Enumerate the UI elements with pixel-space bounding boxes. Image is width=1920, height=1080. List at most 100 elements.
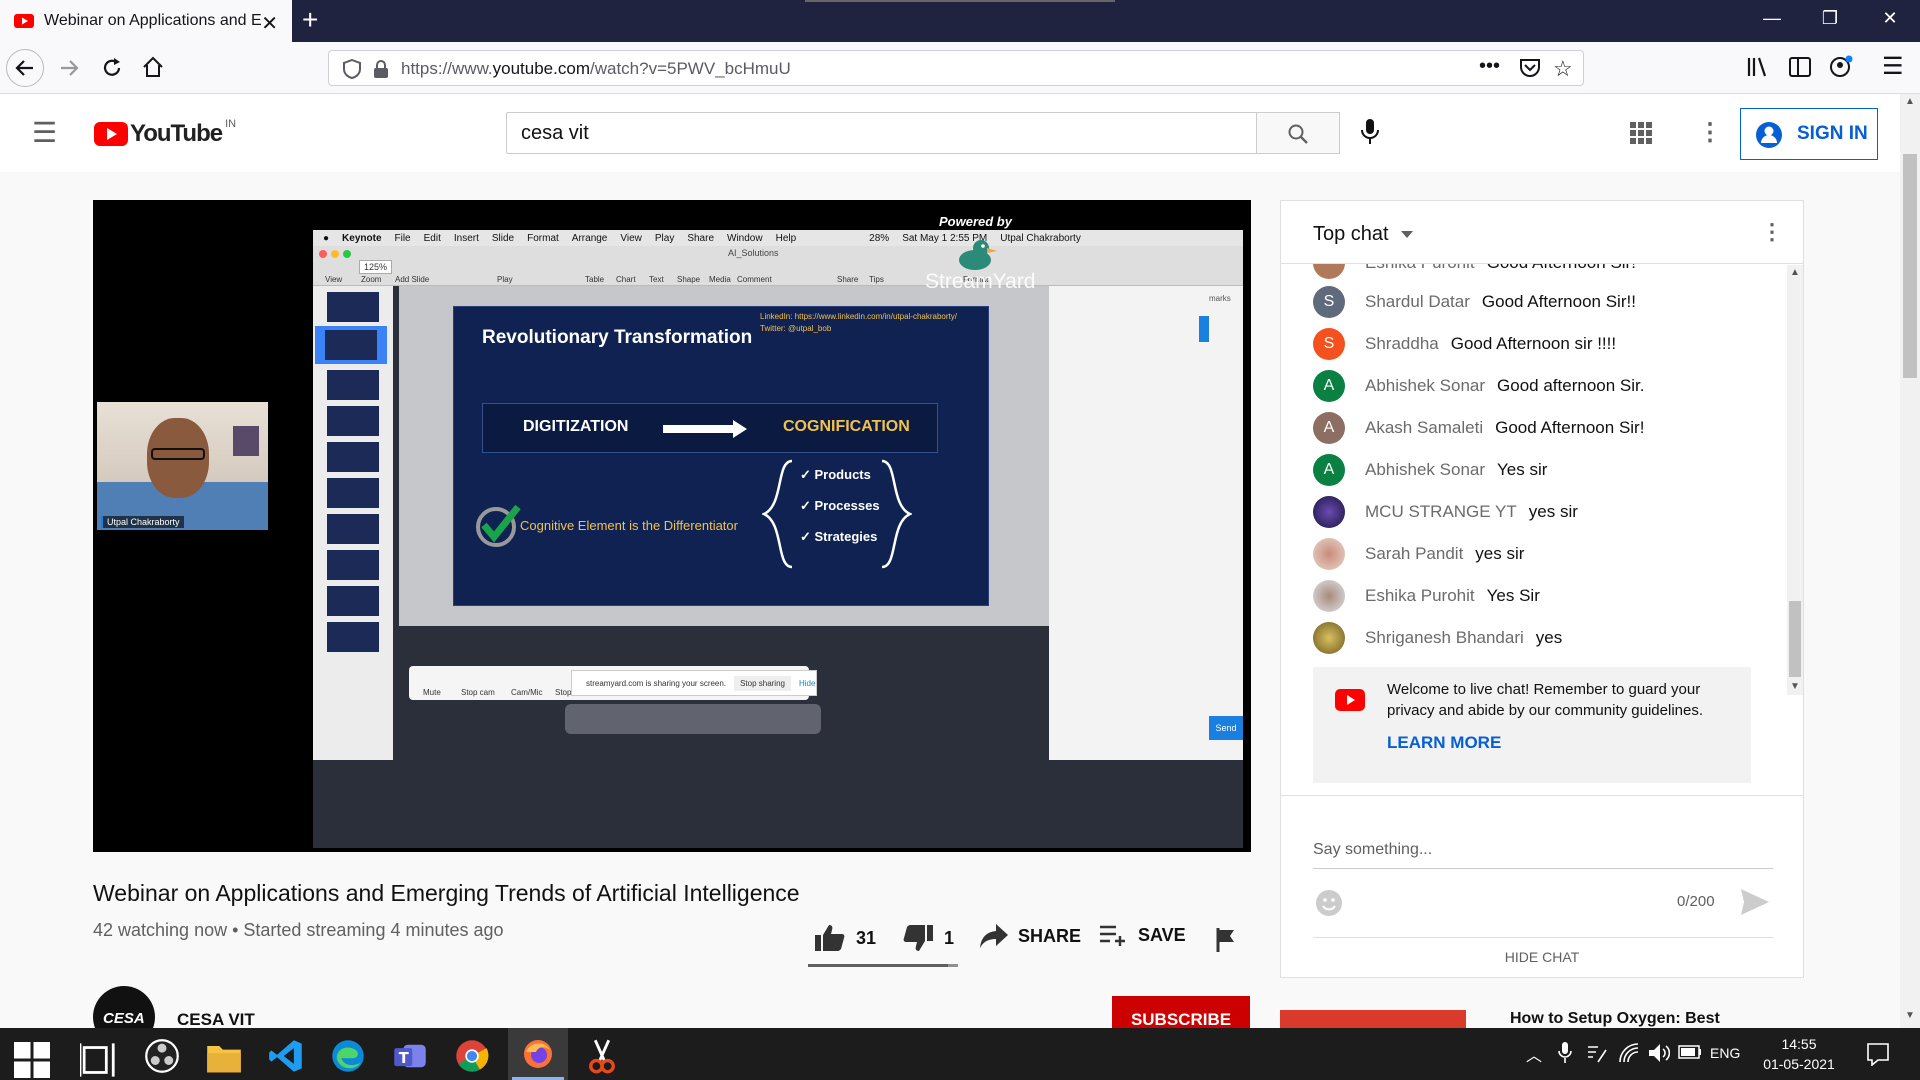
- page-actions-icon[interactable]: •••: [1479, 55, 1500, 78]
- battery-icon[interactable]: [1678, 1045, 1702, 1059]
- url-bar[interactable]: https://www.youtube.com/watch?v=5PWV_bcH…: [328, 50, 1584, 86]
- scrollbar-thumb[interactable]: [1789, 601, 1801, 677]
- forward-button[interactable]: [58, 57, 80, 79]
- slide-thumbnail[interactable]: [327, 586, 379, 616]
- snipping-tool-icon[interactable]: [584, 1038, 620, 1074]
- minimize-icon[interactable]: —: [1752, 8, 1792, 29]
- tray-chevron-icon[interactable]: ︿: [1526, 1042, 1542, 1066]
- clock[interactable]: 14:55 01-05-2021: [1754, 1034, 1844, 1074]
- slide-thumbnail[interactable]: [327, 514, 379, 544]
- top-chat-dropdown[interactable]: Top chat: [1313, 223, 1413, 246]
- report-flag-icon[interactable]: [1216, 928, 1236, 952]
- forward-arrow-icon: [61, 60, 79, 76]
- chat-message[interactable]: A Akash Samaleti Good Afternoon Sir!: [1313, 411, 1644, 445]
- chrome-icon[interactable]: [454, 1038, 490, 1074]
- page-scrollbar[interactable]: ▲ ▼: [1900, 94, 1920, 1028]
- slide-thumbnail-selected[interactable]: [315, 326, 387, 364]
- home-button[interactable]: [141, 55, 165, 79]
- hamburger-menu-icon[interactable]: ☰: [1882, 52, 1904, 81]
- notifications-icon[interactable]: [1866, 1042, 1890, 1066]
- library-icon[interactable]: [1746, 56, 1770, 78]
- lock-icon[interactable]: [373, 59, 389, 79]
- task-view-icon[interactable]: [80, 1042, 116, 1078]
- thumbs-up-icon: [815, 925, 845, 951]
- dislike-count: 1: [944, 927, 955, 948]
- avatar: S: [1313, 286, 1345, 318]
- search-input[interactable]: cesa vit: [506, 112, 1258, 154]
- volume-icon[interactable]: [1648, 1042, 1670, 1064]
- slide-thumbnail[interactable]: [327, 406, 379, 436]
- chat-message[interactable]: A Abhishek Sonar Good afternoon Sir.: [1313, 369, 1644, 403]
- slide-thumbnail[interactable]: [327, 292, 379, 322]
- tray-pen-icon[interactable]: [1586, 1042, 1608, 1064]
- chat-message[interactable]: Shriganesh Bhandari yes: [1313, 621, 1562, 655]
- zoom-level: 125%: [359, 260, 393, 274]
- close-window-icon[interactable]: ✕: [1870, 8, 1910, 29]
- sign-in-button[interactable]: SIGN IN: [1740, 108, 1878, 160]
- file-explorer-icon[interactable]: [206, 1040, 242, 1076]
- video-player[interactable]: ● Keynote File Edit Insert Slide Format …: [93, 200, 1251, 852]
- pocket-icon[interactable]: [1519, 58, 1541, 78]
- bookmark-star-icon[interactable]: ☆: [1553, 56, 1573, 82]
- back-button[interactable]: [6, 49, 44, 87]
- avatar: S: [1313, 328, 1345, 360]
- chat-message[interactable]: Eshika Purohit Yes Sir: [1313, 579, 1540, 613]
- like-count: 31: [856, 927, 877, 948]
- edge-icon[interactable]: [330, 1038, 366, 1074]
- browser-tab[interactable]: Webinar on Applications and E ✕: [0, 0, 292, 42]
- recommended-title[interactable]: How to Setup Oxygen: Best: [1510, 1010, 1720, 1028]
- youtube-logo[interactable]: YouTube IN: [94, 118, 237, 148]
- slide-thumbnail[interactable]: [327, 622, 379, 652]
- slide-thumbnail[interactable]: [327, 550, 379, 580]
- restore-icon[interactable]: ❐: [1810, 8, 1850, 29]
- scroll-up-icon[interactable]: ▲: [1790, 267, 1800, 278]
- taskbar-active-app[interactable]: [508, 1028, 568, 1080]
- chat-message[interactable]: S Shardul Datar Good Afternoon Sir!!: [1313, 285, 1636, 319]
- chat-scrollbar[interactable]: ▲ ▼: [1787, 265, 1803, 695]
- share-button[interactable]: SHARE: [980, 924, 1081, 948]
- slide-thumbnail[interactable]: [327, 370, 379, 400]
- account-icon[interactable]: [1828, 54, 1854, 80]
- scroll-up-icon[interactable]: ▲: [1905, 96, 1915, 107]
- settings-more-icon[interactable]: ⋮: [1698, 118, 1722, 147]
- vscode-icon[interactable]: [268, 1038, 304, 1074]
- dislike-button[interactable]: 1: [902, 924, 954, 952]
- hide-chat-button[interactable]: HIDE CHAT: [1281, 949, 1803, 965]
- windows-start-icon[interactable]: [14, 1042, 50, 1078]
- country-code: IN: [225, 118, 237, 130]
- apps-grid-icon[interactable]: [1630, 122, 1652, 144]
- chat-message[interactable]: Eshika PurohitGood Afternoon Sir!: [1313, 264, 1636, 280]
- channel-name[interactable]: CESA VIT: [177, 1010, 255, 1030]
- chat-message[interactable]: S Shraddha Good Afternoon sir !!!!: [1313, 327, 1616, 361]
- scroll-down-icon[interactable]: ▼: [1905, 1010, 1915, 1021]
- microphone-icon[interactable]: [1360, 118, 1380, 146]
- learn-more-link[interactable]: LEARN MORE: [1387, 733, 1501, 753]
- format-panel: marks Send: [1049, 286, 1243, 760]
- input-language[interactable]: ENG: [1710, 1045, 1740, 1061]
- close-tab-icon[interactable]: ✕: [261, 11, 278, 36]
- teams-icon[interactable]: T: [392, 1038, 428, 1074]
- like-button[interactable]: 31: [814, 924, 876, 952]
- wifi-icon[interactable]: [1618, 1042, 1640, 1064]
- new-tab-icon[interactable]: +: [302, 4, 318, 36]
- tracking-shield-icon[interactable]: [343, 59, 361, 79]
- reload-button[interactable]: [100, 56, 124, 80]
- scroll-down-icon[interactable]: ▼: [1790, 681, 1800, 692]
- scrollbar-thumb[interactable]: [1903, 154, 1917, 378]
- save-button[interactable]: SAVE: [1100, 924, 1186, 946]
- recommended-thumbnail[interactable]: [1280, 1010, 1466, 1028]
- search-button[interactable]: [1256, 112, 1340, 154]
- sidebar-icon[interactable]: [1788, 56, 1812, 78]
- tray-microphone-icon[interactable]: [1558, 1042, 1572, 1064]
- chat-more-icon[interactable]: ⋮: [1761, 219, 1783, 245]
- thumbs-down-icon: [903, 925, 933, 951]
- slide-thumbnail[interactable]: [327, 442, 379, 472]
- youtube-icon: [1335, 689, 1365, 711]
- guide-menu-icon[interactable]: ☰: [32, 116, 57, 149]
- chat-message[interactable]: Sarah Pandit yes sir: [1313, 537, 1524, 571]
- chat-input[interactable]: Say something...: [1313, 841, 1773, 869]
- obs-icon[interactable]: [144, 1038, 180, 1074]
- chat-message[interactable]: MCU STRANGE YT yes sir: [1313, 495, 1578, 529]
- slide-thumbnail[interactable]: [327, 478, 379, 508]
- chat-message[interactable]: A Abhishek Sonar Yes sir: [1313, 453, 1547, 487]
